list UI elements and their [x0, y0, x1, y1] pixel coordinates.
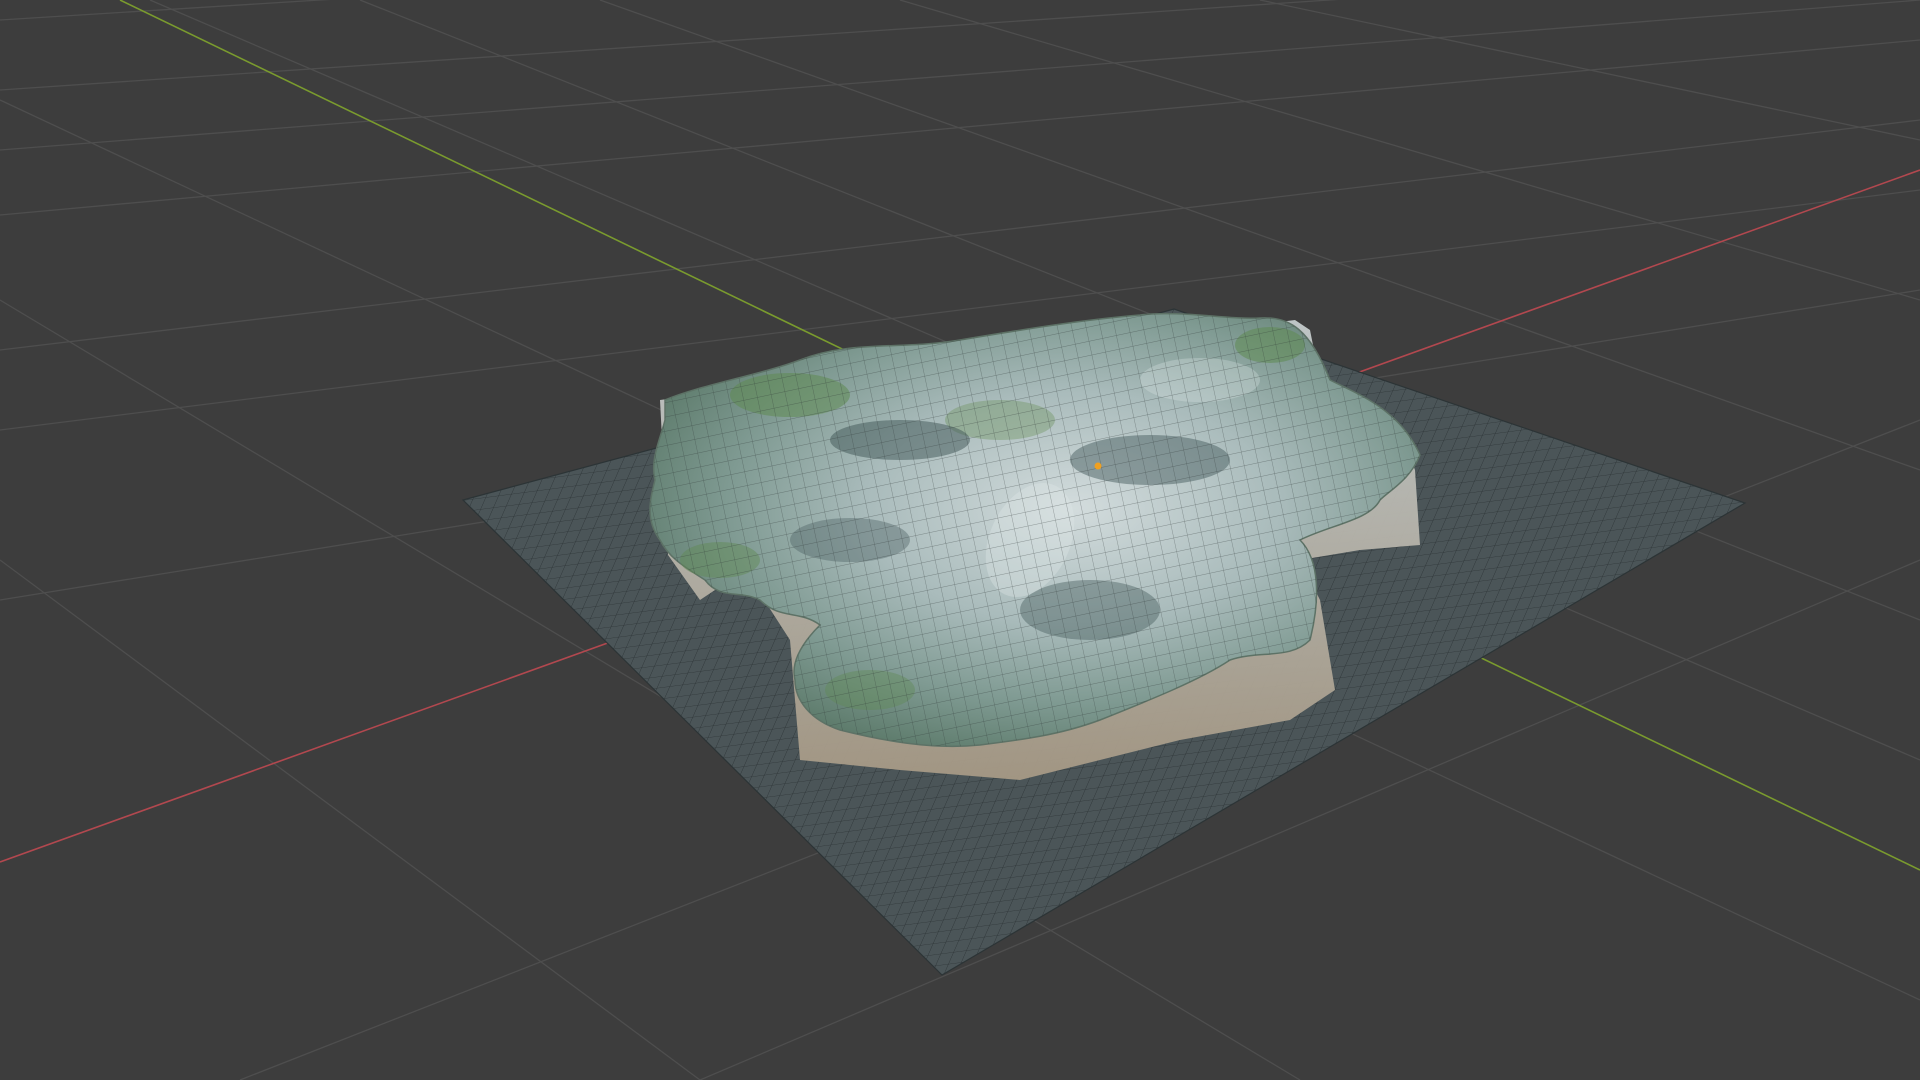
- grid-line: [899, 0, 1920, 301]
- grid-line: [1259, 0, 1920, 141]
- grid-line: [0, 559, 701, 1080]
- 3d-viewport[interactable]: [0, 0, 1920, 1080]
- grid-line: [0, 0, 1339, 91]
- viewport-canvas[interactable]: [0, 0, 1920, 1080]
- origin-marker[interactable]: [1094, 462, 1102, 470]
